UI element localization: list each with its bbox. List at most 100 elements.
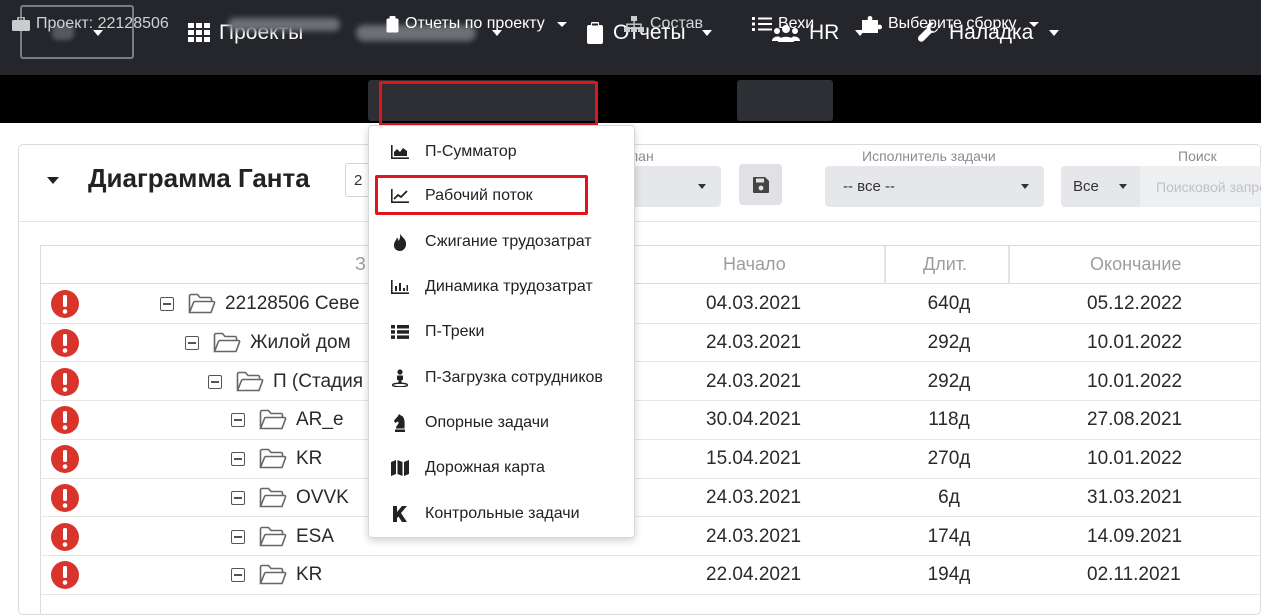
task-end-date: 02.11.2021 bbox=[1087, 564, 1181, 586]
puzzle-icon bbox=[862, 16, 882, 33]
col-start-header[interactable]: Начало bbox=[723, 254, 786, 275]
list-check-icon bbox=[752, 17, 772, 31]
menu-item-labor-dynamics[interactable]: Динамика трудозатрат bbox=[389, 275, 593, 299]
menu-item-label: Опорные задачи bbox=[425, 414, 549, 431]
folder-open-icon bbox=[259, 564, 287, 585]
user-load-icon bbox=[389, 369, 411, 387]
task-start-date: 24.03.2021 bbox=[706, 525, 802, 547]
menu-item-label: Контрольные задачи bbox=[425, 505, 580, 522]
area-chart-icon bbox=[389, 143, 411, 161]
task-name[interactable]: OVVK bbox=[296, 487, 349, 509]
task-name[interactable]: ESA bbox=[296, 526, 334, 548]
bar-chart-icon bbox=[389, 278, 411, 296]
gantt-table bbox=[40, 245, 1261, 615]
chevron-down-icon bbox=[1021, 184, 1029, 189]
collapse-row-toggle[interactable] bbox=[208, 374, 222, 389]
menu-item-label: Дорожная карта bbox=[425, 459, 545, 476]
menu-item-p-tracks[interactable]: П-Треки bbox=[389, 320, 484, 344]
milestones-tab[interactable]: Вехи bbox=[752, 14, 814, 34]
assignee-select[interactable]: -- все -- bbox=[825, 166, 1044, 207]
task-end-date: 10.01.2022 bbox=[1087, 370, 1183, 392]
search-scope-select[interactable]: Все bbox=[1061, 166, 1140, 207]
highlight-frame bbox=[375, 175, 588, 215]
save-button[interactable] bbox=[739, 164, 782, 205]
collapse-row-toggle[interactable] bbox=[231, 529, 245, 544]
composition-label: Состав bbox=[650, 15, 703, 32]
folder-open-icon bbox=[259, 526, 287, 546]
column-separator[interactable] bbox=[884, 246, 886, 284]
menu-item-staff-load[interactable]: П-Загрузка сотрудников bbox=[389, 366, 603, 390]
col-duration-header[interactable]: Длит. bbox=[923, 254, 967, 275]
alert-icon bbox=[51, 483, 79, 512]
task-name[interactable]: AR_e bbox=[296, 409, 344, 431]
menu-item-label: П-Сумматор bbox=[425, 143, 517, 160]
row-divider bbox=[40, 516, 1261, 518]
menu-item-label: П-Треки bbox=[425, 323, 485, 340]
task-start-date: 04.03.2021 bbox=[706, 293, 802, 315]
blurred-project-name bbox=[228, 17, 340, 31]
folder-open-icon bbox=[259, 410, 287, 430]
task-duration: 270д bbox=[927, 448, 971, 470]
task-name[interactable]: П (Стадия bbox=[273, 371, 363, 393]
task-duration: 194д bbox=[927, 564, 971, 586]
project-reports-menu[interactable]: Отчеты по проекту bbox=[386, 14, 567, 34]
task-duration: 640д bbox=[927, 293, 971, 315]
menu-item-burndown[interactable]: Сжигание трудозатрат bbox=[389, 230, 592, 254]
folder-open-icon bbox=[259, 448, 287, 469]
chevron-down-icon bbox=[698, 184, 706, 189]
column-separator[interactable] bbox=[1008, 246, 1010, 284]
clipboard-icon bbox=[587, 22, 603, 44]
col-end-header[interactable]: Окончание bbox=[1090, 254, 1181, 275]
task-name[interactable]: KR bbox=[296, 564, 322, 586]
task-start-date: 15.04.2021 bbox=[706, 448, 802, 470]
highlight-frame bbox=[379, 81, 598, 126]
row-divider bbox=[40, 593, 1261, 595]
project-name-blurred bbox=[228, 14, 340, 34]
row-divider bbox=[40, 438, 1261, 440]
collapse-toggle-icon[interactable] bbox=[47, 177, 59, 184]
menu-item-label: П-Загрузка сотрудников bbox=[425, 369, 603, 386]
menu-item-p-summator[interactable]: П-Сумматор bbox=[389, 140, 517, 164]
collapse-row-toggle[interactable] bbox=[231, 490, 245, 505]
search-scope-value: Все bbox=[1073, 178, 1099, 195]
collapse-row-toggle[interactable] bbox=[185, 336, 199, 351]
alert-icon bbox=[51, 329, 79, 358]
fire-icon bbox=[389, 233, 411, 251]
k-icon bbox=[389, 505, 411, 523]
briefcase-icon bbox=[12, 17, 30, 31]
composition-tab[interactable]: Состав bbox=[624, 14, 703, 34]
task-name[interactable]: Жилой дом bbox=[250, 332, 351, 354]
clipboard-icon bbox=[386, 15, 399, 32]
search-input[interactable] bbox=[1140, 166, 1261, 207]
task-end-date: 14.09.2021 bbox=[1087, 525, 1183, 547]
menu-item-control-tasks[interactable]: Контрольные задачи bbox=[389, 502, 580, 526]
menu-item-key-tasks[interactable]: Опорные задачи bbox=[389, 411, 549, 435]
folder-open-icon bbox=[213, 332, 241, 353]
menu-item-label: Сжигание трудозатрат bbox=[425, 233, 592, 250]
folder-open-icon bbox=[188, 294, 216, 314]
search-label: Поиск bbox=[1178, 148, 1217, 164]
task-end-date: 10.01.2022 bbox=[1087, 448, 1183, 470]
alert-icon bbox=[51, 522, 79, 551]
collapse-row-toggle[interactable] bbox=[231, 452, 245, 467]
build-select[interactable]: Выберите сборку bbox=[862, 14, 1039, 34]
table-header bbox=[40, 245, 1261, 284]
task-duration: 292д bbox=[927, 370, 971, 392]
grid-icon bbox=[188, 23, 210, 42]
assignee-label: Исполнитель задачи bbox=[862, 148, 996, 164]
collapse-row-toggle[interactable] bbox=[231, 413, 245, 428]
task-name[interactable]: KR bbox=[296, 448, 322, 470]
row-divider bbox=[40, 477, 1261, 479]
task-end-date: 10.01.2022 bbox=[1087, 332, 1183, 354]
collapse-row-toggle[interactable] bbox=[231, 568, 245, 583]
task-start-date: 24.03.2021 bbox=[706, 486, 802, 508]
task-name[interactable]: 22128506 Севе bbox=[225, 293, 360, 315]
alert-icon bbox=[51, 290, 79, 319]
menu-item-roadmap[interactable]: Дорожная карта bbox=[389, 456, 545, 480]
alert-icon bbox=[51, 561, 79, 590]
col-name-header[interactable]: З bbox=[355, 254, 366, 275]
build-label: Выберите сборку bbox=[888, 15, 1017, 32]
folder-open-icon bbox=[236, 371, 264, 392]
chess-knight-icon bbox=[389, 414, 411, 432]
collapse-row-toggle[interactable] bbox=[160, 297, 174, 312]
